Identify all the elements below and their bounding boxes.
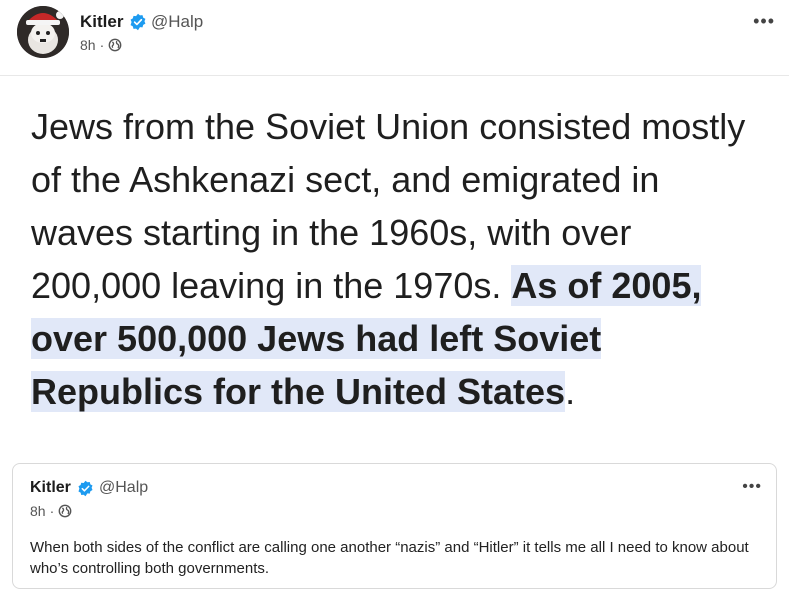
quoted-author-handle[interactable]: @Halp xyxy=(99,479,148,497)
quoted-post-text: When both sides of the conflict are call… xyxy=(30,539,749,577)
verified-badge-icon xyxy=(130,13,146,31)
quoted-author-name[interactable]: Kitler xyxy=(30,479,71,497)
quoted-post-meta: 8h · xyxy=(30,503,72,519)
quoted-post-card[interactable]: Kitler @Halp 8h · ••• When both sides of… xyxy=(12,463,777,589)
verified-badge-icon xyxy=(78,480,93,497)
globe-icon xyxy=(108,38,122,52)
author-handle[interactable]: @Halp xyxy=(151,12,203,32)
avatar-image xyxy=(17,6,69,58)
post-header: Kitler @Halp 8h · ••• xyxy=(0,0,789,76)
author-name[interactable]: Kitler xyxy=(80,12,123,32)
more-options-icon[interactable]: ••• xyxy=(742,478,762,496)
more-options-icon[interactable]: ••• xyxy=(753,12,775,30)
globe-icon xyxy=(58,504,72,518)
quoted-post-time[interactable]: 8h xyxy=(30,503,46,519)
meta-separator: · xyxy=(49,503,55,519)
avatar[interactable] xyxy=(17,6,69,58)
meta-separator: · xyxy=(99,37,105,53)
post-text-end: . xyxy=(565,371,576,412)
post-text: Jews from the Soviet Union consisted mos… xyxy=(31,100,771,418)
post-meta: 8h · xyxy=(80,37,122,53)
post-time[interactable]: 8h xyxy=(80,37,96,53)
